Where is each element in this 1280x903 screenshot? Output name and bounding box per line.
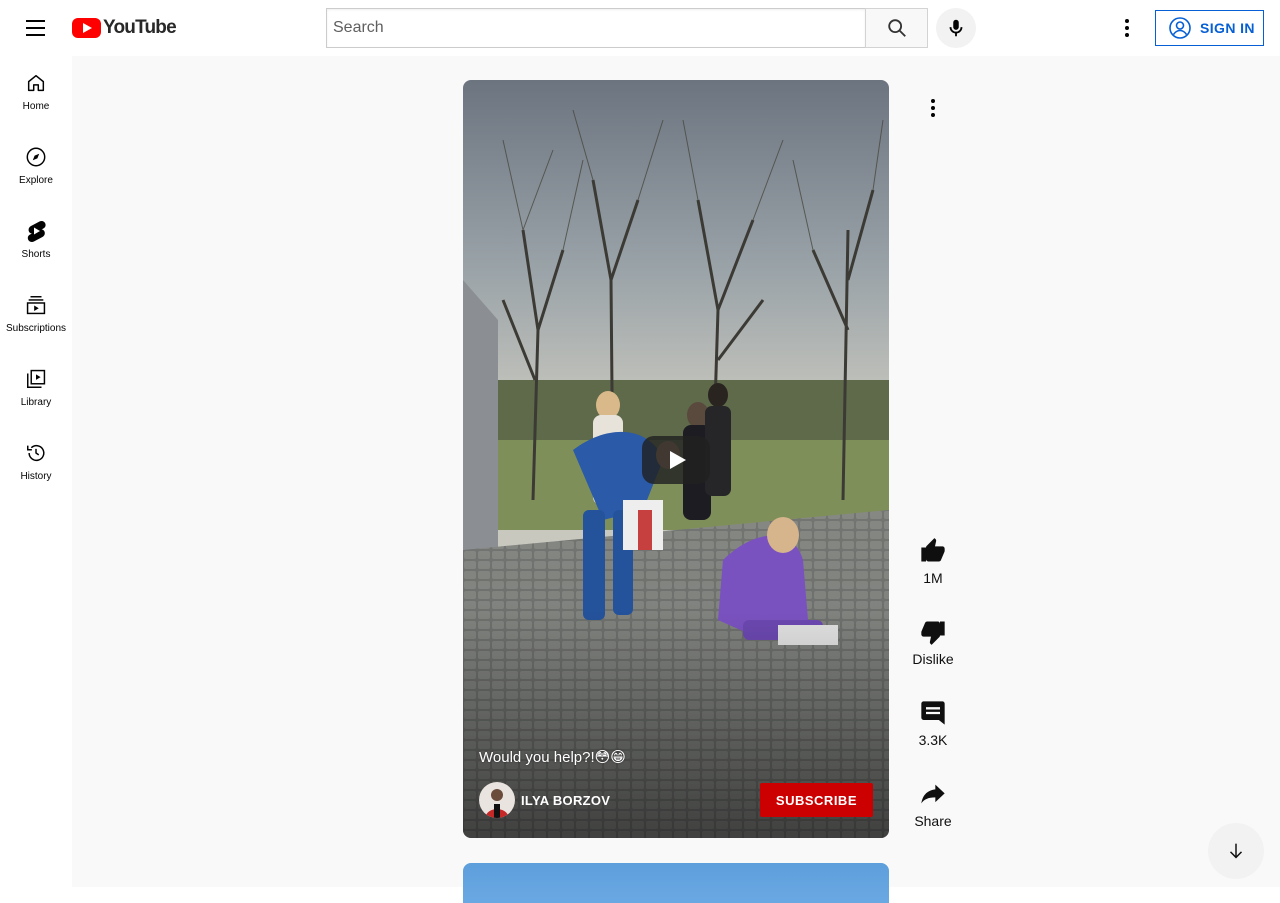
sidebar-item-home[interactable]: Home [0,56,72,130]
history-icon [24,441,48,465]
channel-row: ILYA BORZOV SUBSCRIBE [479,782,873,818]
sidebar-item-label: Shorts [21,249,51,260]
logo-text: YouTube [103,17,177,38]
share-label: Share [914,813,952,829]
vertical-dots-icon [1125,19,1129,37]
sidebar-item-explore[interactable]: Explore [0,130,72,204]
dislike-button[interactable]: Dislike [903,617,963,698]
sidebar-item-library[interactable]: Library [0,352,72,426]
top-bar: YouTube SIGN IN [0,0,1280,56]
sidebar-item-shorts[interactable]: Shorts [0,204,72,278]
sidebar: Home Explore Shorts Subscriptions Librar… [0,56,72,887]
settings-button[interactable] [1107,8,1147,48]
search-input[interactable] [326,8,865,48]
sign-in-button[interactable]: SIGN IN [1155,10,1264,46]
arrow-down-icon [1229,843,1243,859]
share-icon [918,779,948,809]
channel-avatar[interactable] [479,782,515,818]
sidebar-item-label: History [20,471,52,482]
short-title[interactable]: Would you help?!😳😁 [479,748,626,766]
play-button[interactable] [642,436,710,484]
subscribe-button[interactable]: SUBSCRIBE [759,783,873,817]
youtube-play-logo-icon [72,18,101,38]
sign-in-label: SIGN IN [1200,20,1255,36]
sidebar-item-label: Explore [19,175,53,186]
dislike-label: Dislike [912,651,954,667]
subscriptions-icon [24,293,48,317]
thumbs-up-icon [918,536,948,566]
voice-search-button[interactable] [936,8,976,48]
search-bar [326,8,928,48]
like-button[interactable]: 1M [903,536,963,617]
library-icon [24,367,48,391]
home-icon [24,71,48,95]
short-actions: 1M Dislike 3.3K Share [903,536,963,860]
more-options-button[interactable] [913,88,953,128]
search-icon [887,19,906,37]
sidebar-item-label: Library [20,397,52,408]
vertical-dots-icon [931,99,935,117]
comments-button[interactable]: 3.3K [903,698,963,779]
sidebar-item-label: Subscriptions [5,323,67,334]
channel-name[interactable]: ILYA BORZOV [521,793,610,808]
shorts-icon [24,219,48,243]
share-button[interactable]: Share [903,779,963,860]
next-short-button[interactable] [1208,823,1264,879]
compass-icon [24,145,48,169]
thumbs-down-icon [918,617,948,647]
microphone-icon [949,19,963,37]
menu-icon[interactable] [20,16,52,40]
sidebar-item-subscriptions[interactable]: Subscriptions [0,278,72,352]
search-button[interactable] [865,8,928,48]
like-count: 1M [923,570,943,586]
next-short-preview[interactable] [463,863,889,903]
comment-icon [918,698,948,728]
sidebar-item-history[interactable]: History [0,426,72,500]
youtube-logo[interactable]: YouTube [72,17,177,38]
short-video-player[interactable]: Would you help?!😳😁 ILYA BORZOV SUBSCRIBE [463,80,889,838]
sidebar-item-label: Home [22,101,50,112]
account-icon [1169,17,1191,39]
comment-count: 3.3K [918,732,948,748]
